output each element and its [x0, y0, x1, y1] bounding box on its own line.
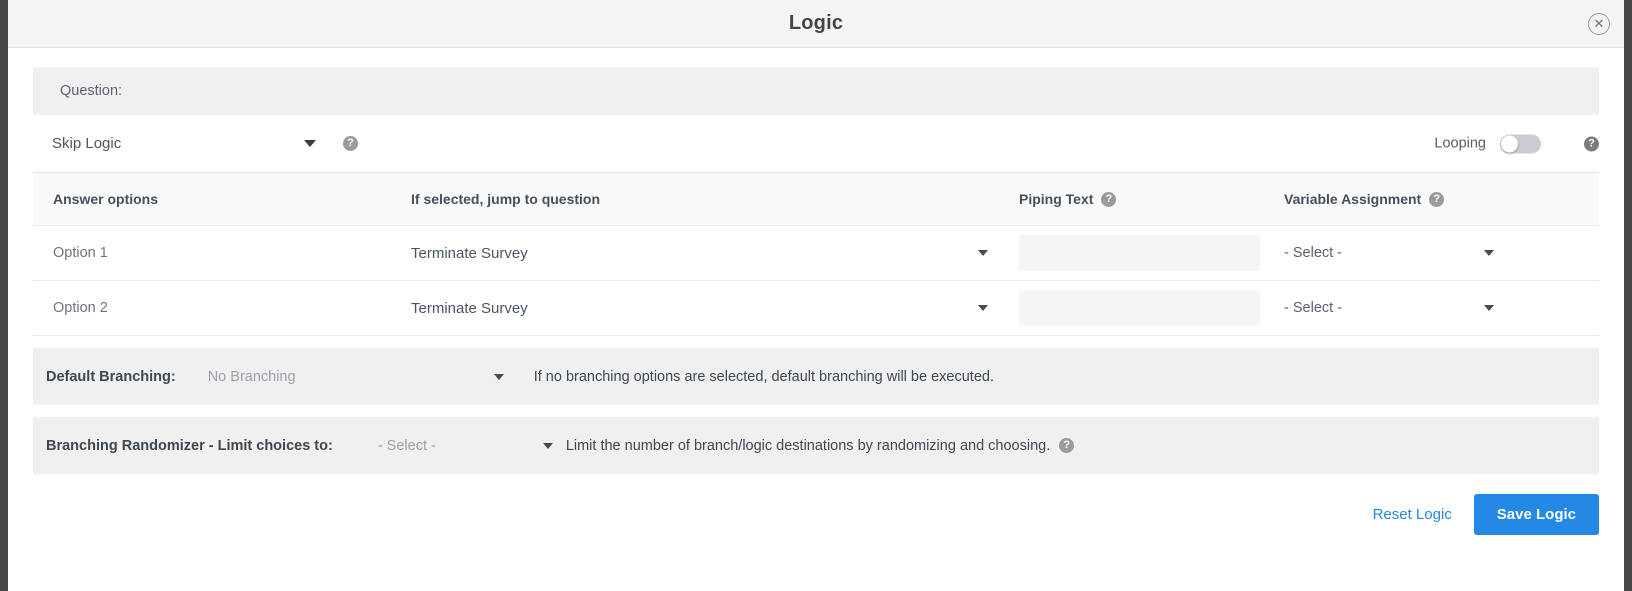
chevron-down-icon: [978, 250, 988, 256]
looping-group: Looping ?: [1434, 134, 1599, 153]
column-header-variable-assignment-label: Variable Assignment: [1284, 191, 1422, 207]
branching-randomizer-value: - Select -: [377, 437, 436, 454]
jump-to-question-value: Terminate Survey: [411, 299, 528, 317]
question-label: Question:: [60, 83, 123, 99]
default-branching-hint: If no branching options are selected, de…: [533, 368, 994, 385]
save-logic-button[interactable]: Save Logic: [1473, 494, 1599, 535]
variable-assignment-value: - Select -: [1284, 300, 1343, 316]
modal-footer: Reset Logic Save Logic: [33, 494, 1599, 535]
table-header-row: Answer options If selected, jump to ques…: [33, 173, 1599, 226]
variable-assignment-value: - Select -: [1284, 245, 1343, 261]
logic-table: Answer options If selected, jump to ques…: [33, 172, 1599, 336]
column-header-piping-text: Piping Text ?: [1019, 191, 1284, 207]
default-branching-value: No Branching: [207, 368, 296, 385]
close-icon[interactable]: ✕: [1588, 12, 1610, 35]
logic-modal: Logic ✕ Question: Skip Logic ? Looping ?: [8, 0, 1624, 591]
table-row: Option 2 Terminate Survey - Select -: [33, 281, 1599, 336]
branching-randomizer-help-icon[interactable]: ?: [1059, 438, 1075, 453]
branching-randomizer-hint-text: Limit the number of branch/logic destina…: [565, 437, 1051, 454]
chevron-down-icon: [542, 442, 553, 449]
chevron-down-icon: [493, 373, 504, 380]
column-header-jump-to-question: If selected, jump to question: [411, 191, 601, 207]
jump-to-question-select[interactable]: Terminate Survey: [411, 245, 1019, 262]
column-header-piping-text-label: Piping Text: [1019, 191, 1094, 207]
chevron-down-icon: [978, 305, 988, 311]
piping-text-help-icon[interactable]: ?: [1101, 191, 1117, 207]
page-title: Logic: [788, 12, 844, 34]
chevron-down-icon: [1484, 250, 1494, 256]
piping-text-cell: [1019, 235, 1284, 271]
looping-help-icon[interactable]: ?: [1584, 136, 1599, 151]
logic-type-value: Skip Logic: [52, 135, 122, 152]
modal-header: Logic ✕: [8, 0, 1624, 48]
modal-body: Question: Skip Logic ? Looping ? Answer …: [8, 67, 1624, 535]
column-header-answer-options: Answer options: [53, 191, 159, 207]
looping-toggle[interactable]: [1500, 134, 1541, 153]
logic-type-help-icon[interactable]: ?: [343, 136, 358, 151]
answer-option-label: Option 2: [53, 300, 108, 316]
jump-to-question-value: Terminate Survey: [411, 244, 528, 262]
branching-randomizer-hint: Limit the number of branch/logic destina…: [565, 437, 1075, 454]
branching-randomizer-select[interactable]: - Select -: [333, 438, 553, 454]
column-header-variable-assignment: Variable Assignment ?: [1284, 191, 1519, 207]
reset-logic-button[interactable]: Reset Logic: [1369, 500, 1456, 529]
default-branching-label: Default Branching:: [46, 368, 176, 385]
looping-label: Looping: [1434, 135, 1486, 152]
variable-assignment-select[interactable]: - Select -: [1284, 245, 1519, 261]
logic-type-row: Skip Logic ? Looping ?: [33, 115, 1599, 172]
jump-to-question-select[interactable]: Terminate Survey: [411, 300, 1019, 317]
logic-type-select[interactable]: Skip Logic: [33, 135, 316, 152]
chevron-down-icon: [1484, 305, 1494, 311]
default-branching-row: Default Branching: No Branching If no br…: [33, 348, 1599, 405]
window-edge-right: [1624, 0, 1632, 591]
piping-text-cell: [1019, 290, 1284, 326]
variable-assignment-help-icon[interactable]: ?: [1429, 191, 1445, 207]
piping-text-input[interactable]: [1019, 235, 1260, 271]
default-branching-select[interactable]: No Branching: [176, 369, 504, 385]
piping-text-input[interactable]: [1019, 290, 1260, 326]
branching-randomizer-label: Branching Randomizer - Limit choices to:: [46, 437, 333, 454]
chevron-down-icon: [304, 140, 316, 147]
looping-toggle-knob: [1501, 135, 1518, 152]
branching-randomizer-row: Branching Randomizer - Limit choices to:…: [33, 417, 1599, 474]
answer-option-label: Option 1: [53, 245, 108, 261]
variable-assignment-select[interactable]: - Select -: [1284, 300, 1519, 316]
question-bar: Question:: [33, 67, 1599, 115]
window-edge-left: [0, 0, 8, 591]
table-row: Option 1 Terminate Survey - Select -: [33, 226, 1599, 281]
